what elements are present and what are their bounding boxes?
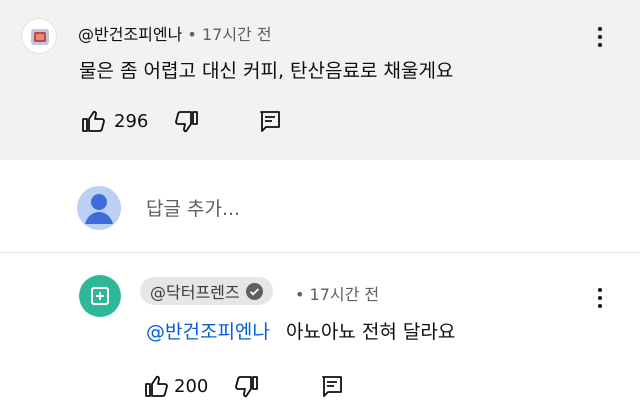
reply-icon [322,376,342,397]
comment-text: 물은 좀 어렵고 대신 커피, 탄산음료로 채울게요 [79,60,454,82]
more-vert-icon [598,27,602,31]
dislike-icon [175,111,198,133]
reply-time[interactable]: 17시간 전 [310,285,380,304]
meta-separator: • [295,285,310,304]
reply-dislike-button[interactable] [234,374,260,400]
reply-author: @닥터프렌즈 [150,283,240,302]
commenter-avatar[interactable] [21,18,57,54]
reply-reply-button[interactable] [320,374,344,398]
comment-meta: @반건조피엔나 • 17시간 전 [78,21,272,45]
more-vert-icon [598,288,602,292]
user-avatar-icon [85,194,113,224]
more-vert-dot [598,304,602,308]
more-vert-dot [598,43,602,47]
like-count: 296 [114,111,149,132]
dislike-button[interactable] [174,109,200,135]
meta-separator: • [187,25,202,44]
comment-time[interactable]: 17시간 전 [202,25,272,44]
like-icon [82,110,105,132]
more-vert-dot [598,35,602,39]
like-icon [145,375,168,397]
verified-icon [245,282,263,300]
like-button[interactable] [80,108,106,134]
reply-more-button[interactable] [590,283,610,313]
more-vert-dot [598,296,602,300]
dislike-icon [235,376,258,398]
reply-like-button[interactable] [143,373,169,399]
channel-avatar[interactable] [79,275,121,317]
reply-like-count: 200 [174,376,209,397]
reply-meta: • 17시간 전 [295,281,379,305]
reply-text: 아뇨아뇨 전혀 달라요 [285,321,456,343]
add-reply-input[interactable]: 답글 추가... [146,194,240,221]
comment-author[interactable]: @반건조피엔나 [78,25,182,44]
medical-cross-icon [91,287,109,305]
my-avatar [77,186,121,230]
comment-more-button[interactable] [590,22,610,52]
divider [0,252,640,253]
reply-text-line: @반건조피엔나 아뇨아뇨 전혀 달라요 [146,317,455,344]
reply-icon [260,111,280,132]
reply-mention-link[interactable]: @반건조피엔나 [146,321,270,343]
reply-button[interactable] [258,109,282,133]
channel-name-badge[interactable]: @닥터프렌즈 [140,277,273,305]
